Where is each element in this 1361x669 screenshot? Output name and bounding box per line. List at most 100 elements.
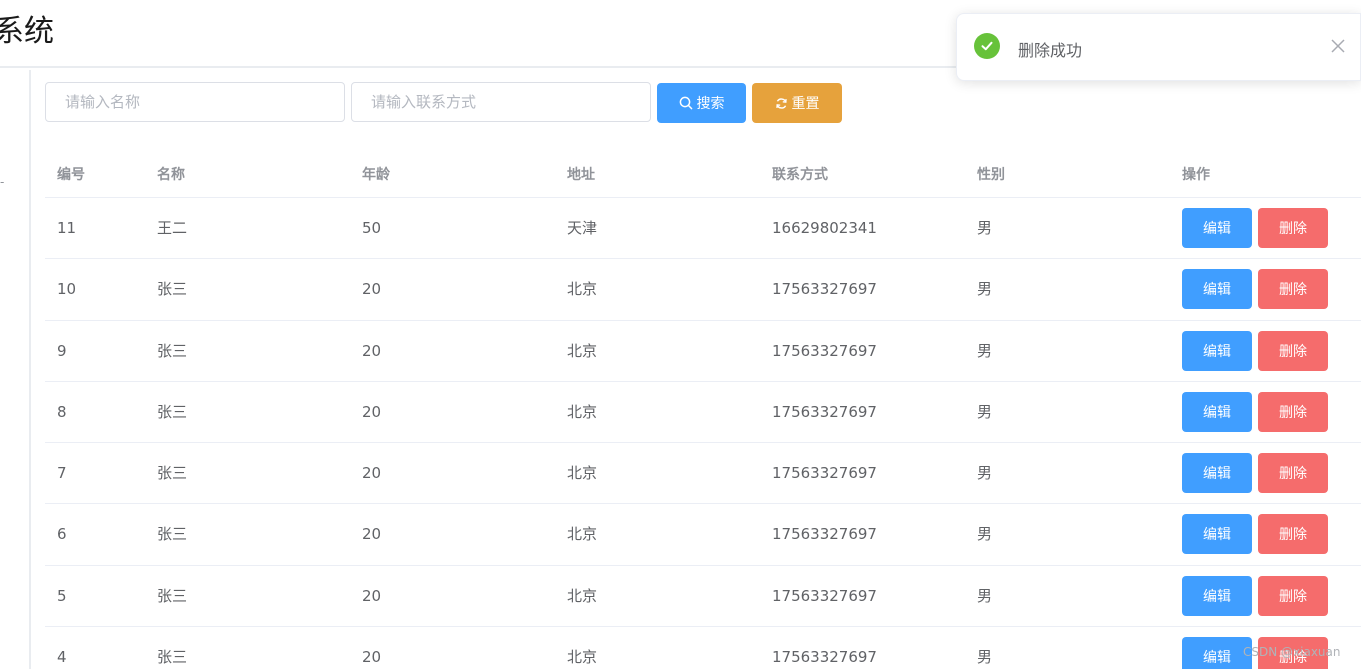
cell-age: 20	[362, 525, 382, 544]
search-icon	[679, 96, 692, 110]
cell-phone: 17563327697	[772, 341, 877, 360]
table-row: 4 张三 20 北京 17563327697 男编辑 删除	[45, 627, 1361, 669]
cell-address: 北京	[567, 402, 598, 421]
table-header: 编号 名称 年龄 地址 联系方式 性别 操作	[45, 152, 1361, 198]
table-row: 6 张三 20 北京 17563327697 男 编辑 删除	[45, 504, 1361, 566]
cell-address: 北京	[567, 586, 598, 605]
sidebar-item-mark[interactable]: -	[0, 176, 4, 188]
cell-id: 10	[57, 280, 77, 299]
cell-address: 天津	[567, 219, 598, 237]
cell-id: 11	[57, 219, 77, 237]
cell-name: 张三	[157, 648, 188, 667]
cell-age: 20	[362, 464, 382, 483]
cell-id: 7	[57, 464, 67, 483]
data-table: 编号 名称 年龄 地址 联系方式 性别 操作 11 王二 50 天津 166298023…	[45, 152, 1361, 669]
column-header-name: 名称	[157, 167, 185, 183]
cell-name: 王二	[157, 219, 188, 237]
cell-address: 北京	[567, 464, 598, 483]
column-header-address: 地址	[567, 167, 595, 183]
cell-address: 北京	[567, 280, 598, 299]
cell-gender: 男	[977, 464, 993, 483]
cell-age: 20	[362, 648, 382, 667]
contact-search-input[interactable]	[351, 82, 651, 122]
delete-button[interactable]: 删除	[1258, 514, 1328, 555]
cell-age: 20	[362, 280, 382, 299]
column-header-age: 年龄	[362, 167, 390, 183]
column-header-gender: 性别	[977, 167, 1005, 183]
table-row: 11 王二 50 天津 16629802341 男 编辑 删除	[45, 198, 1361, 260]
row-actions: 编辑 删除	[1182, 330, 1328, 371]
cell-phone: 17563327697	[772, 525, 877, 544]
check-circle-icon	[974, 33, 1000, 59]
cell-age: 20	[362, 341, 382, 360]
app-title: 系统	[0, 14, 54, 49]
delete-button[interactable]: 删除	[1258, 330, 1328, 371]
cell-phone: 17563327697	[772, 586, 877, 605]
delete-button[interactable]: 删除	[1258, 575, 1328, 616]
cell-gender: 男	[977, 219, 993, 237]
cell-address: 北京	[567, 341, 598, 360]
cell-id: 8	[57, 402, 67, 421]
search-button-label: 搜索	[696, 96, 725, 112]
row-actions: 编辑 删除	[1182, 208, 1328, 248]
column-header-phone: 联系方式	[772, 167, 828, 183]
success-toast: 删除成功	[956, 13, 1361, 81]
cell-name: 张三	[157, 280, 188, 299]
delete-button[interactable]: 删除	[1258, 391, 1328, 432]
edit-button[interactable]: 编辑	[1182, 391, 1252, 432]
main-content: 搜索 重置 编号 名称 年龄 地址 联系方式 性别 操作 11 王二 50 天津 166…	[33, 70, 1361, 669]
delete-button[interactable]: 删除	[1258, 453, 1328, 494]
table-row: 8 张三 20 北京 17563327697 男 编辑 删除	[45, 382, 1361, 444]
cell-gender: 男	[977, 586, 993, 605]
edit-button[interactable]: 编辑	[1182, 514, 1252, 555]
reset-button-label: 重置	[791, 96, 820, 112]
cell-gender: 男	[977, 280, 993, 299]
cell-id: 5	[57, 586, 67, 605]
row-actions: 编辑 删除	[1182, 391, 1328, 432]
cell-name: 张三	[157, 402, 188, 421]
cell-address: 北京	[567, 525, 598, 544]
close-icon[interactable]	[1330, 38, 1346, 54]
name-search-input[interactable]	[45, 82, 345, 122]
search-button[interactable]: 搜索	[657, 83, 746, 123]
table-row: 9 张三 20 北京 17563327697 男 编辑 删除	[45, 321, 1361, 382]
cell-gender: 男	[977, 525, 993, 544]
cell-name: 张三	[157, 586, 188, 605]
column-header-id: 编号	[57, 167, 85, 183]
cell-phone: 17563327697	[772, 280, 877, 299]
edit-button[interactable]: 编辑	[1182, 208, 1252, 248]
cell-phone: 16629802341	[772, 219, 877, 237]
table-row: 7 张三 20 北京 17563327697 男 编辑 删除	[45, 443, 1361, 505]
cell-name: 张三	[157, 464, 188, 483]
cell-name: 张三	[157, 341, 188, 360]
cell-phone: 17563327697	[772, 464, 877, 483]
cell-phone: 17563327697	[772, 402, 877, 421]
cell-address: 北京	[567, 648, 598, 667]
sidebar: -	[0, 70, 31, 669]
row-actions: 编辑 删除	[1182, 269, 1328, 310]
reset-button[interactable]: 重置	[752, 83, 842, 123]
cell-phone: 17563327697	[772, 648, 877, 667]
edit-button[interactable]: 编辑	[1182, 330, 1252, 371]
edit-button[interactable]: 编辑	[1182, 637, 1252, 669]
cell-id: 9	[57, 341, 67, 360]
edit-button[interactable]: 编辑	[1182, 575, 1252, 616]
cell-id: 6	[57, 525, 67, 544]
delete-button[interactable]: 删除	[1258, 208, 1328, 248]
row-actions: 编辑 删除	[1182, 453, 1328, 494]
cell-age: 20	[362, 586, 382, 605]
cell-name: 张三	[157, 525, 188, 544]
table-row: 10 张三 20 北京 17563327697 男 编辑 删除	[45, 259, 1361, 321]
watermark: CSDN @xiaxuan	[1243, 645, 1341, 659]
edit-button[interactable]: 编辑	[1182, 269, 1252, 310]
row-actions: 编辑 删除	[1182, 514, 1328, 555]
refresh-icon	[775, 97, 787, 109]
table-body: 11 王二 50 天津 16629802341 男编辑 删除 10 张三 20 北京 17563327…	[45, 198, 1361, 669]
row-actions: 编辑 删除	[1182, 575, 1328, 616]
cell-age: 50	[362, 219, 382, 237]
edit-button[interactable]: 编辑	[1182, 453, 1252, 494]
toast-message: 删除成功	[1018, 41, 1083, 60]
delete-button[interactable]: 删除	[1258, 269, 1328, 310]
cell-age: 20	[362, 402, 382, 421]
cell-gender: 男	[977, 402, 993, 421]
